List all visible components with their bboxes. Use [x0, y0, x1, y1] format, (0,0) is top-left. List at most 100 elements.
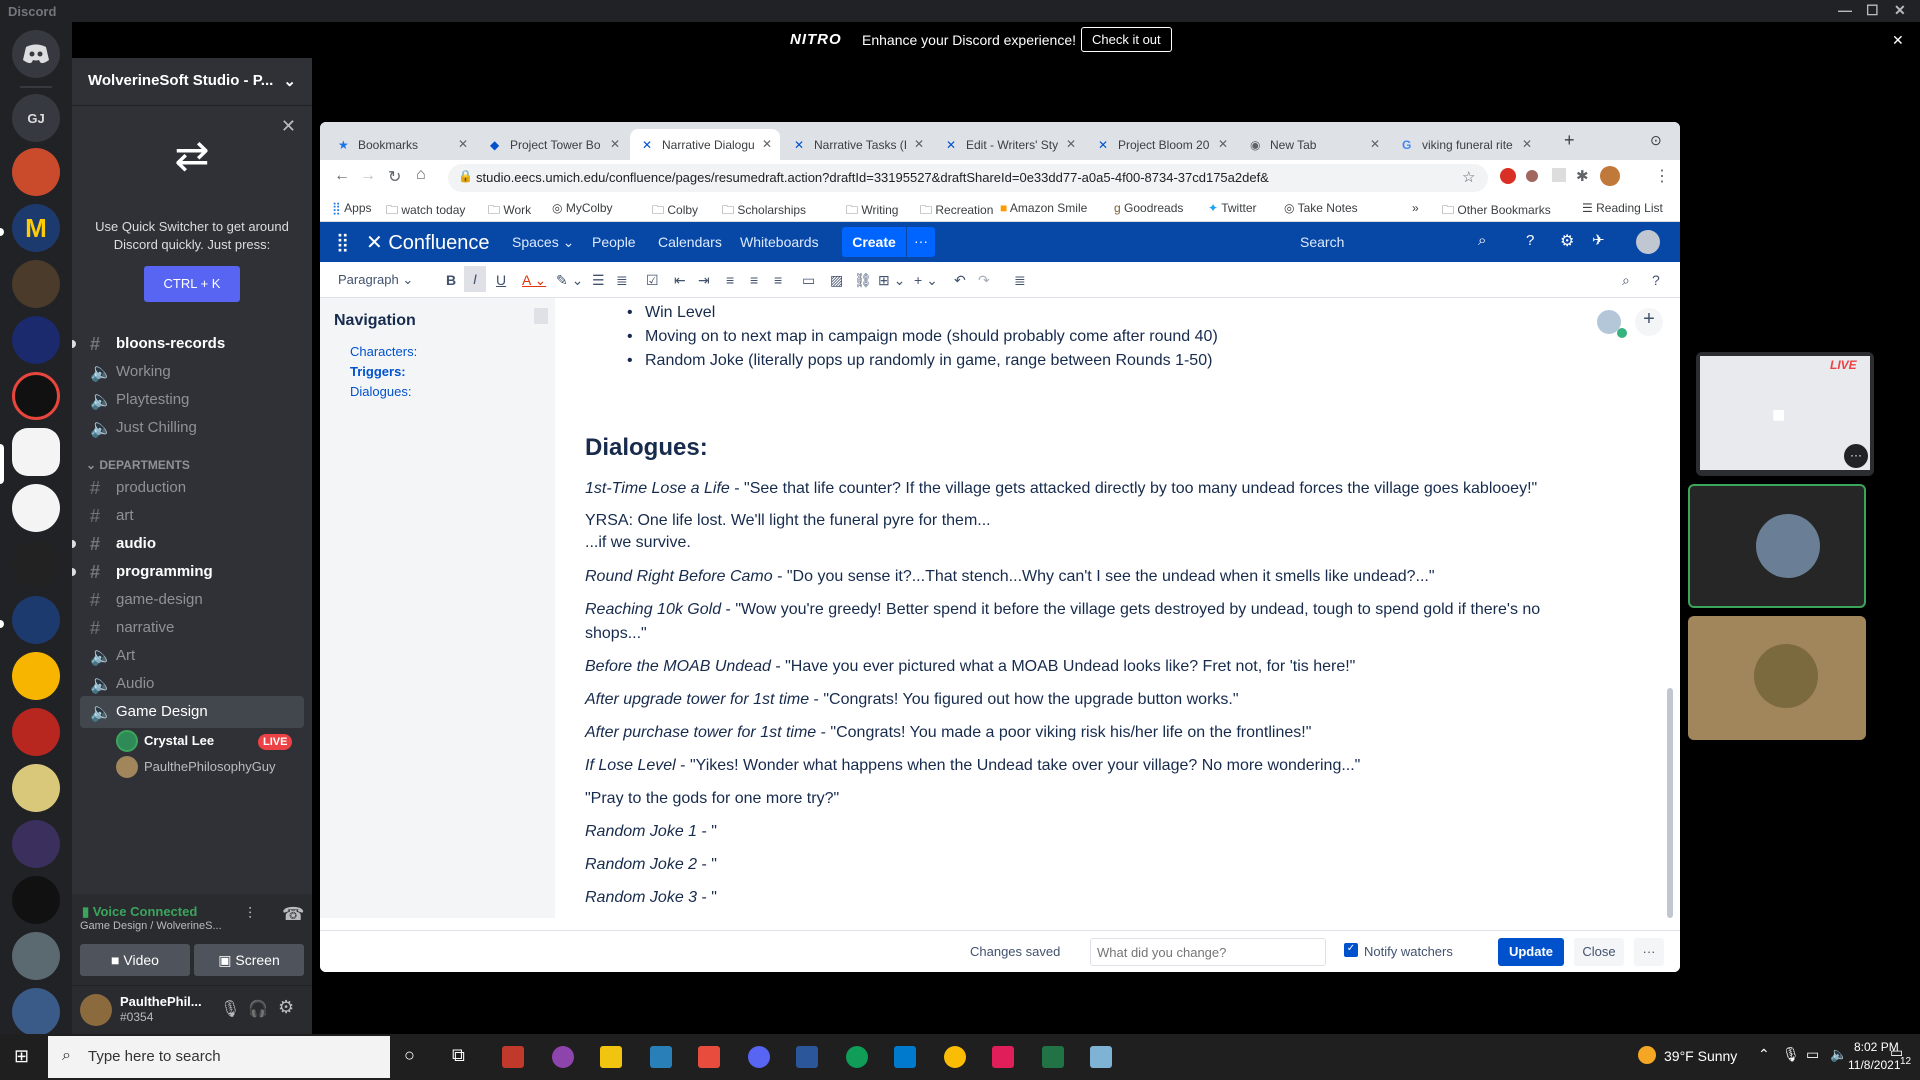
avatar[interactable]: [1636, 230, 1660, 254]
taskbar-search[interactable]: ⌕ Type here to search: [48, 1036, 390, 1078]
search-field[interactable]: Search: [1300, 234, 1344, 250]
shortcut-button[interactable]: CTRL + K: [144, 266, 240, 302]
bookmark-take-notes[interactable]: ◎ Take Notes: [1284, 201, 1358, 215]
voice-channel-game-design[interactable]: 🔈 Game Design: [80, 696, 304, 728]
insert-more-icon[interactable]: + ⌄: [914, 272, 938, 289]
close-tab-icon[interactable]: ✕: [1370, 137, 1380, 151]
more-icon[interactable]: ···: [1844, 444, 1868, 468]
server-icon-5[interactable]: [12, 372, 60, 420]
create-more-icon[interactable]: ···: [907, 227, 935, 257]
task-checkbox-icon[interactable]: ☑: [646, 272, 659, 289]
indent-icon[interactable]: ⇥: [698, 272, 710, 289]
nav-calendars[interactable]: Calendars: [658, 234, 722, 250]
find-replace-icon[interactable]: ⌕: [1622, 272, 1630, 289]
tab-search-icon[interactable]: ⊙: [1650, 132, 1662, 149]
reload-icon[interactable]: ↻: [388, 167, 401, 187]
profile-avatar[interactable]: [1600, 166, 1620, 186]
bookmark-watch-today[interactable]: 🗀 watch today: [386, 201, 465, 222]
excel-icon[interactable]: [1042, 1046, 1064, 1068]
server-icon-7[interactable]: [12, 484, 60, 532]
more-actions-button[interactable]: ···: [1634, 938, 1664, 966]
server-icon-11[interactable]: [12, 708, 60, 756]
nav-link-triggers[interactable]: Triggers:: [350, 364, 406, 379]
weather-text[interactable]: 39°F Sunny: [1664, 1048, 1737, 1064]
server-icon-wolverinesoft[interactable]: [12, 428, 60, 476]
bookmarks-overflow-icon[interactable]: »: [1412, 201, 1419, 215]
app-icon[interactable]: [552, 1046, 574, 1068]
close-window-icon[interactable]: ✕: [1894, 2, 1906, 19]
underline-icon[interactable]: U: [496, 272, 506, 288]
server-icon-3[interactable]: [12, 260, 60, 308]
redo-icon[interactable]: ↷: [978, 272, 990, 289]
server-icon-15[interactable]: [12, 932, 60, 980]
cortana-icon[interactable]: ○: [404, 1045, 415, 1066]
forward-icon[interactable]: →: [360, 167, 376, 185]
disconnect-icon[interactable]: ☎: [282, 904, 304, 925]
bookmark-goodreads[interactable]: g Goodreads: [1114, 201, 1183, 215]
add-collaborator-icon[interactable]: +: [1635, 308, 1663, 336]
bookmark-star-icon[interactable]: ☆: [1462, 168, 1475, 186]
nav-link-characters[interactable]: Characters:: [350, 344, 417, 359]
notify-watchers-label[interactable]: Notify watchers: [1364, 944, 1453, 959]
headphones-icon[interactable]: 🎧: [248, 999, 268, 1019]
nav-people[interactable]: People: [592, 234, 636, 250]
slack-icon[interactable]: [992, 1046, 1014, 1068]
collapse-pane-icon[interactable]: [534, 308, 548, 324]
close-tab-icon[interactable]: ✕: [458, 137, 468, 151]
server-icon-12[interactable]: [12, 764, 60, 812]
extensions-puzzle-icon[interactable]: ✱: [1576, 167, 1589, 185]
stream-tile[interactable]: LIVE ■ ···: [1696, 352, 1874, 476]
back-icon[interactable]: ←: [334, 167, 350, 185]
extension-icon-3[interactable]: [1552, 168, 1566, 182]
close-button[interactable]: Close: [1574, 938, 1624, 966]
network-icon[interactable]: ▭: [1806, 1046, 1819, 1063]
align-left-icon[interactable]: ≡: [726, 272, 734, 288]
bookmark-twitter[interactable]: ✦ Twitter: [1208, 201, 1257, 215]
voice-user[interactable]: PaulthePhilosophyGuy: [116, 754, 276, 780]
italic-icon[interactable]: I: [464, 266, 486, 292]
microphone-icon[interactable]: 🎙: [1782, 1046, 1800, 1063]
discord-home-icon[interactable]: [12, 30, 60, 78]
link-icon[interactable]: ⛓: [854, 272, 872, 289]
store-icon[interactable]: [502, 1046, 524, 1068]
file-explorer-icon[interactable]: [600, 1046, 622, 1068]
voice-user[interactable]: Crystal Lee: [116, 728, 214, 754]
app-icon-2[interactable]: [1090, 1046, 1112, 1068]
tab-edit-writers[interactable]: ✕ Edit - Writers' Sty ✕: [934, 129, 1084, 160]
nav-whiteboards[interactable]: Whiteboards: [740, 234, 819, 250]
align-right-icon[interactable]: ≡: [774, 272, 782, 288]
server-icon-1[interactable]: [12, 148, 60, 196]
create-button[interactable]: Create: [842, 227, 906, 257]
server-icon-umich[interactable]: M: [12, 204, 60, 252]
vscode-icon[interactable]: [894, 1046, 916, 1068]
bold-icon[interactable]: B: [446, 272, 456, 288]
undo-icon[interactable]: ↶: [954, 272, 966, 289]
tab-project-bloom[interactable]: ✕ Project Bloom 20 ✕: [1086, 129, 1236, 160]
new-tab-icon[interactable]: +: [1564, 130, 1575, 151]
server-icon-13[interactable]: [12, 820, 60, 868]
server-gj[interactable]: GJ: [12, 94, 60, 142]
image-icon[interactable]: ▨: [830, 272, 843, 289]
avatar[interactable]: [80, 994, 112, 1026]
help-icon[interactable]: ?: [1526, 232, 1534, 249]
nav-link-dialogues[interactable]: Dialogues:: [350, 384, 411, 399]
tab-narrative-dialogue[interactable]: ✕ Narrative Dialogu ✕: [630, 129, 780, 160]
nav-spaces[interactable]: Spaces ⌄: [512, 234, 574, 251]
url-field[interactable]: 🔒 studio.eecs.umich.edu/confluence/pages…: [448, 164, 1488, 192]
table-icon[interactable]: ⊞ ⌄: [878, 272, 905, 289]
voice-status[interactable]: ▮ Voice Connected: [82, 904, 197, 920]
change-comment-input[interactable]: [1090, 938, 1326, 966]
extension-icon-1[interactable]: [1500, 168, 1516, 184]
noise-suppression-icon[interactable]: ⫶: [248, 906, 252, 924]
align-center-icon[interactable]: ≡: [750, 272, 758, 288]
settings-icon[interactable]: ⚙: [1560, 231, 1574, 251]
close-tab-icon[interactable]: ✕: [1522, 137, 1532, 151]
video-tile-speaking[interactable]: [1688, 484, 1866, 608]
bookmark-apps[interactable]: ⣿ Apps: [332, 201, 372, 215]
server-icon-9[interactable]: [12, 596, 60, 644]
bookmark-colby[interactable]: 🗀 Colby: [652, 201, 698, 222]
office-icon[interactable]: [698, 1046, 720, 1068]
close-tab-icon[interactable]: ✕: [1066, 137, 1076, 151]
outdent-icon[interactable]: ⇤: [674, 272, 686, 289]
mail-icon[interactable]: [650, 1046, 672, 1068]
